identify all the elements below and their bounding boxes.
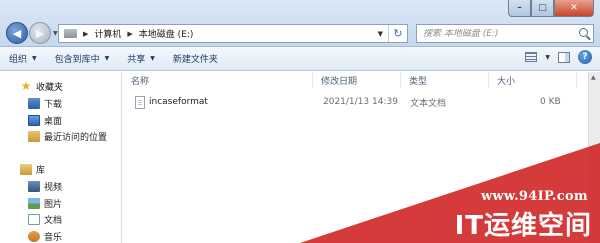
search-icon[interactable] <box>579 28 588 37</box>
sidebar-item-documents[interactable]: 文档 <box>0 211 122 227</box>
sidebar-item-recent-places[interactable]: 最近访问的位置 <box>0 128 122 144</box>
chevron-down-icon: ▼ <box>32 55 37 62</box>
new-folder-label: 新建文件夹 <box>172 55 218 65</box>
recent-places-icon <box>28 130 40 142</box>
column-header-type[interactable]: 类型 <box>401 72 489 88</box>
sidebar-item-label: 文档 <box>44 215 63 226</box>
address-bar[interactable]: ▶ 计算机 ▶ 本地磁盘 (E:) ▼ ↻ <box>58 24 408 43</box>
navigation-pane: ★ 收藏夹 下载 桌面 最近访问的位置 库 视频 图片 文档 音乐 <box>0 72 122 243</box>
sidebar-item-videos[interactable]: 视频 <box>0 178 122 194</box>
chevron-down-icon: ▼ <box>104 55 110 62</box>
title-bar: – □ ✕ ◀ ▶ ▼ ▶ 计算机 ▶ 本地磁盘 (E:) ▼ ↻ <box>0 0 600 47</box>
view-controls: ▼ ? <box>525 50 592 64</box>
sidebar-item-label: 图片 <box>44 199 63 210</box>
sidebar-item-label: 音乐 <box>44 232 63 243</box>
chevron-down-icon: ▼ <box>150 55 155 62</box>
sidebar-item-music[interactable]: 音乐 <box>0 228 122 243</box>
include-in-library-button[interactable]: 包含到库中 ▼ <box>46 49 119 69</box>
file-name-cell: incaseformat <box>135 94 208 110</box>
star-icon: ★ <box>20 79 32 93</box>
include-in-library-label: 包含到库中 <box>54 55 100 65</box>
file-size-cell: 0 KB <box>540 97 561 107</box>
sidebar-item-label: 最近访问的位置 <box>44 132 108 143</box>
text-file-icon <box>135 95 145 109</box>
column-header-label: 大小 <box>497 76 516 87</box>
sidebar-item-label: 收藏夹 <box>36 82 64 93</box>
sidebar-item-pictures[interactable]: 图片 <box>0 195 122 211</box>
documents-icon <box>28 213 40 225</box>
chevron-right-icon[interactable]: ▶ <box>127 30 132 38</box>
file-name: incaseformat <box>149 97 208 107</box>
organize-button[interactable]: 组织 ▼ <box>0 49 46 69</box>
sidebar-item-desktop[interactable]: 桌面 <box>0 112 122 128</box>
pictures-icon <box>28 197 40 209</box>
column-header-size[interactable]: 大小 <box>489 72 577 88</box>
sidebar-item-downloads[interactable]: 下载 <box>0 95 122 111</box>
scroll-up-icon[interactable]: ▲ <box>591 74 596 81</box>
file-type-cell: 文本文档 <box>410 98 447 109</box>
table-row[interactable]: incaseformat 2021/1/13 14:39 文本文档 0 KB <box>123 94 588 110</box>
organize-label: 组织 <box>9 55 28 65</box>
search-box[interactable] <box>416 24 594 43</box>
watermark-url: www.94IP.com <box>480 189 588 204</box>
sidebar-item-label: 库 <box>36 165 46 176</box>
share-with-label: 共享 <box>127 55 146 65</box>
sidebar-item-libraries[interactable]: 库 <box>0 161 122 177</box>
close-button[interactable]: ✕ <box>554 0 594 17</box>
file-modified-cell: 2021/1/13 14:39 <box>323 97 398 107</box>
libraries-icon <box>20 163 32 175</box>
chevron-right-icon[interactable]: ▶ <box>83 30 88 38</box>
breadcrumb-local-disk[interactable]: 本地磁盘 (E:) <box>139 27 194 40</box>
sidebar-item-label: 视频 <box>44 182 63 193</box>
column-header-label: 名称 <box>131 76 150 87</box>
window-controls: – □ ✕ <box>508 0 594 17</box>
sidebar-item-favorites[interactable]: ★ 收藏夹 <box>0 78 122 94</box>
music-icon <box>28 230 40 242</box>
column-header-label: 修改日期 <box>321 76 358 87</box>
column-header-date-modified[interactable]: 修改日期 <box>313 72 401 88</box>
column-header-label: 类型 <box>409 76 428 87</box>
column-header-name[interactable]: 名称 <box>123 72 313 88</box>
watermark-name: IT运维空间 <box>454 211 592 241</box>
breadcrumb-computer[interactable]: 计算机 <box>94 27 121 40</box>
address-dropdown-icon[interactable]: ▼ <box>378 30 383 38</box>
downloads-icon <box>28 97 40 109</box>
recent-pages-dropdown-icon[interactable]: ▼ <box>53 30 58 37</box>
drive-icon <box>64 29 77 38</box>
sidebar-item-label: 下载 <box>44 99 63 110</box>
forward-button[interactable]: ▶ <box>29 22 51 44</box>
command-bar: 组织 ▼ 包含到库中 ▼ 共享 ▼ 新建文件夹 ▼ ? <box>0 47 600 71</box>
sidebar-item-label: 桌面 <box>44 116 63 127</box>
preview-pane-icon[interactable] <box>558 51 570 63</box>
help-icon[interactable]: ? <box>578 50 592 64</box>
desktop-icon <box>28 114 40 126</box>
refresh-button[interactable]: ↻ <box>388 25 407 42</box>
minimize-button[interactable]: – <box>508 0 531 17</box>
search-input[interactable] <box>417 28 567 39</box>
navigation-buttons: ◀ ▶ ▼ <box>6 22 58 44</box>
new-folder-button[interactable]: 新建文件夹 <box>164 49 227 69</box>
view-options-icon[interactable] <box>525 52 538 62</box>
videos-icon <box>28 180 40 192</box>
back-button[interactable]: ◀ <box>6 22 28 44</box>
maximize-button[interactable]: □ <box>531 0 554 17</box>
share-with-button[interactable]: 共享 ▼ <box>118 49 164 69</box>
chevron-down-icon[interactable]: ▼ <box>545 54 550 61</box>
